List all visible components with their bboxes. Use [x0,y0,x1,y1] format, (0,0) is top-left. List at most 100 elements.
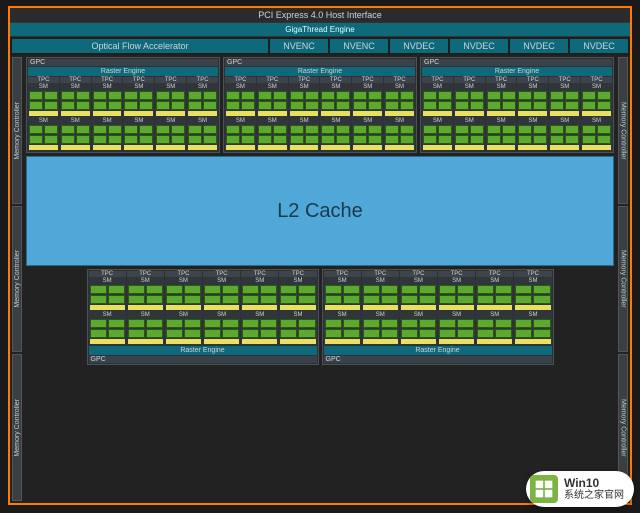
rt-core [280,339,315,344]
cuda-core [533,285,550,294]
cuda-core [258,135,272,144]
rt-core [423,145,452,150]
tpc-block: TPCSMSM [123,77,154,151]
sm-label: SM [61,118,90,124]
gpc-block: TPCSMSMTPCSMSMTPCSMSMTPCSMSMTPCSMSMTPCSM… [322,269,554,365]
cuda-core [203,91,217,100]
rt-core [423,111,452,116]
tpc-block: TPCSMSM [89,271,126,345]
tpc-block: TPCSMSM [320,77,351,151]
rt-core [188,111,217,116]
cuda-core [298,295,315,304]
rt-core [439,339,474,344]
raster-engine: Raster Engine [324,346,552,355]
cuda-core [597,91,611,100]
cuda-core [156,101,170,110]
gpc-row-top: GPCRaster EngineTPCSMSMTPCSMSMTPCSMSMTPC… [26,57,614,153]
cuda-core [597,135,611,144]
cuda-core [146,319,163,328]
cuda-core [29,125,43,134]
tpc-block: TPCSMSM [257,77,288,151]
cuda-core [518,135,532,144]
sm-label: SM [477,312,512,318]
cuda-core [502,135,516,144]
cuda-core [423,91,437,100]
cuda-core [184,295,201,304]
l2-cache: L2 Cache [26,156,614,266]
sm-label: SM [204,278,239,284]
sm-label: SM [582,118,611,124]
sm-label: SM [353,84,382,90]
rt-core [518,145,547,150]
cuda-core [76,91,90,100]
cuda-core [368,101,382,110]
sm-label: SM [124,84,153,90]
cuda-core [108,135,122,144]
gpc-label: GPC [422,59,612,66]
cuda-core [455,101,469,110]
cuda-core [241,101,255,110]
cuda-core [515,285,532,294]
sm-label: SM [258,84,287,90]
sm-label: SM [455,118,484,124]
cuda-core [455,125,469,134]
cuda-core [108,295,125,304]
rt-core [550,111,579,116]
sm-label: SM [455,84,484,90]
gpc-label: GPC [324,356,552,363]
cuda-core [487,135,501,144]
cuda-core [90,285,107,294]
cuda-core [385,125,399,134]
cuda-core [139,125,153,134]
cuda-core [124,135,138,144]
cuda-core [260,295,277,304]
gpc-label: GPC [28,59,218,66]
sm-label: SM [258,118,287,124]
sm-label: SM [90,312,125,318]
cuda-core [184,319,201,328]
sm-label: SM [477,278,512,284]
cuda-core [184,285,201,294]
cuda-core [455,91,469,100]
rt-core [128,339,163,344]
tpc-block: TPCSMSM [581,77,612,151]
cuda-core [321,101,335,110]
rt-core [385,145,414,150]
cuda-core [400,135,414,144]
tpc-block: TPCSMSM [400,271,437,345]
rt-core [166,339,201,344]
cuda-core [385,91,399,100]
rt-core [325,305,360,310]
cuda-core [280,295,297,304]
cuda-core [305,125,319,134]
rt-core [226,145,255,150]
cuda-core [487,101,501,110]
sm-label: SM [353,118,382,124]
cuda-core [76,135,90,144]
cuda-core [518,91,532,100]
cuda-core [487,91,501,100]
cuda-core [565,125,579,134]
sm-label: SM [385,118,414,124]
pci-interface: PCI Express 4.0 Host Interface [10,8,630,23]
cuda-core [385,101,399,110]
raster-engine: Raster Engine [422,67,612,76]
optical-flow-accelerator: Optical Flow Accelerator [12,39,268,53]
rt-core [124,111,153,116]
cuda-core [336,91,350,100]
tpc-block: TPCSMSM [241,271,278,345]
cuda-core [439,329,456,338]
sm-label: SM [515,278,550,284]
cuda-core [533,125,547,134]
rt-core [258,111,287,116]
cuda-core [353,135,367,144]
cuda-core [400,101,414,110]
sm-label: SM [550,118,579,124]
cuda-core [423,125,437,134]
sm-label: SM [321,84,350,90]
rt-core [258,145,287,150]
cuda-core [166,329,183,338]
cuda-core [385,135,399,144]
cuda-core [565,101,579,110]
cuda-core [457,295,474,304]
